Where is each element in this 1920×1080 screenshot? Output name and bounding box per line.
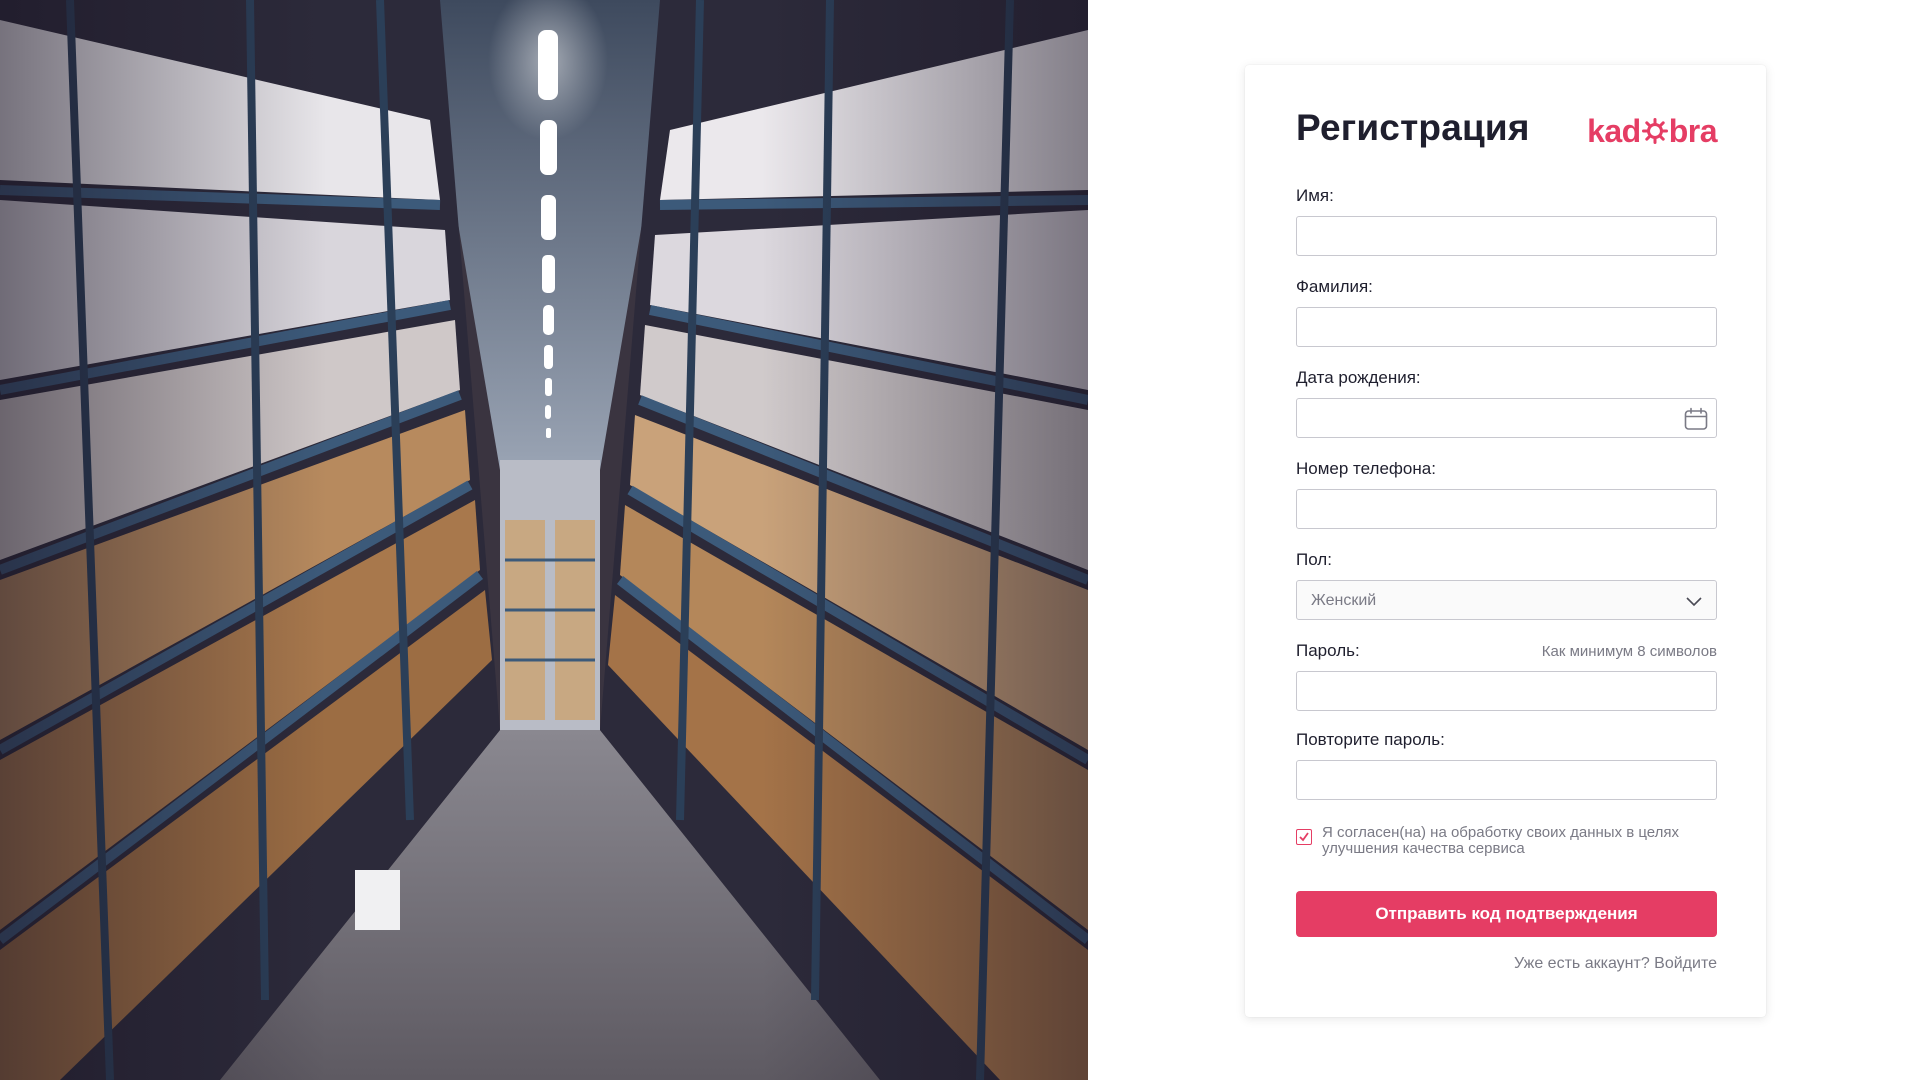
gender-select[interactable]: Женский	[1296, 580, 1717, 620]
registration-card: Регистрация kad bra Имя: Фамилия: Дата р…	[1245, 65, 1766, 1017]
send-code-button[interactable]: Отправить код подтверждения	[1296, 891, 1717, 937]
brand-logo: kad bra	[1587, 111, 1717, 151]
gender-field: Пол: Женский	[1296, 549, 1717, 620]
checkmark-icon	[1299, 832, 1309, 842]
phone-input[interactable]	[1296, 489, 1717, 529]
gender-label: Пол:	[1296, 550, 1332, 569]
password-repeat-input[interactable]	[1296, 760, 1717, 800]
password-repeat-label: Повторите пароль:	[1296, 730, 1445, 749]
brand-text-right: bra	[1668, 112, 1718, 149]
chevron-down-icon	[1686, 597, 1702, 607]
first-name-input[interactable]	[1296, 216, 1717, 256]
last-name-label: Фамилия:	[1296, 277, 1373, 296]
consent-text: Я согласен(на) на обработку своих данных…	[1322, 824, 1680, 857]
password-hint: Как минимум 8 символов	[1541, 643, 1717, 660]
birth-date-field: Дата рождения:	[1296, 367, 1717, 438]
page-title: Регистрация	[1296, 107, 1530, 148]
last-name-field: Фамилия:	[1296, 276, 1717, 347]
brand-text-left: kad	[1587, 112, 1641, 149]
birth-date-label: Дата рождения:	[1296, 368, 1421, 387]
password-input[interactable]	[1296, 671, 1717, 711]
consent-checkbox[interactable]	[1296, 829, 1312, 845]
phone-label: Номер телефона:	[1296, 459, 1436, 478]
password-repeat-field: Повторите пароль:	[1296, 729, 1717, 800]
gender-selected-value: Женский	[1311, 592, 1377, 609]
card-header: Регистрация kad bra	[1296, 105, 1718, 155]
warehouse-illustration	[0, 0, 1088, 1080]
consent-row: Я согласен(на) на обработку своих данных…	[1296, 825, 1717, 865]
warehouse-photo	[0, 0, 1088, 1080]
calendar-icon[interactable]	[1683, 406, 1709, 432]
password-field: Пароль: Как минимум 8 символов	[1296, 640, 1717, 711]
birth-date-input[interactable]	[1296, 398, 1717, 438]
brand-star-icon	[1641, 118, 1668, 144]
first-name-field: Имя:	[1296, 185, 1717, 256]
last-name-input[interactable]	[1296, 307, 1717, 347]
login-link[interactable]: Уже есть аккаунт? Войдите	[1514, 955, 1717, 973]
first-name-label: Имя:	[1296, 186, 1334, 205]
phone-field: Номер телефона:	[1296, 458, 1717, 529]
